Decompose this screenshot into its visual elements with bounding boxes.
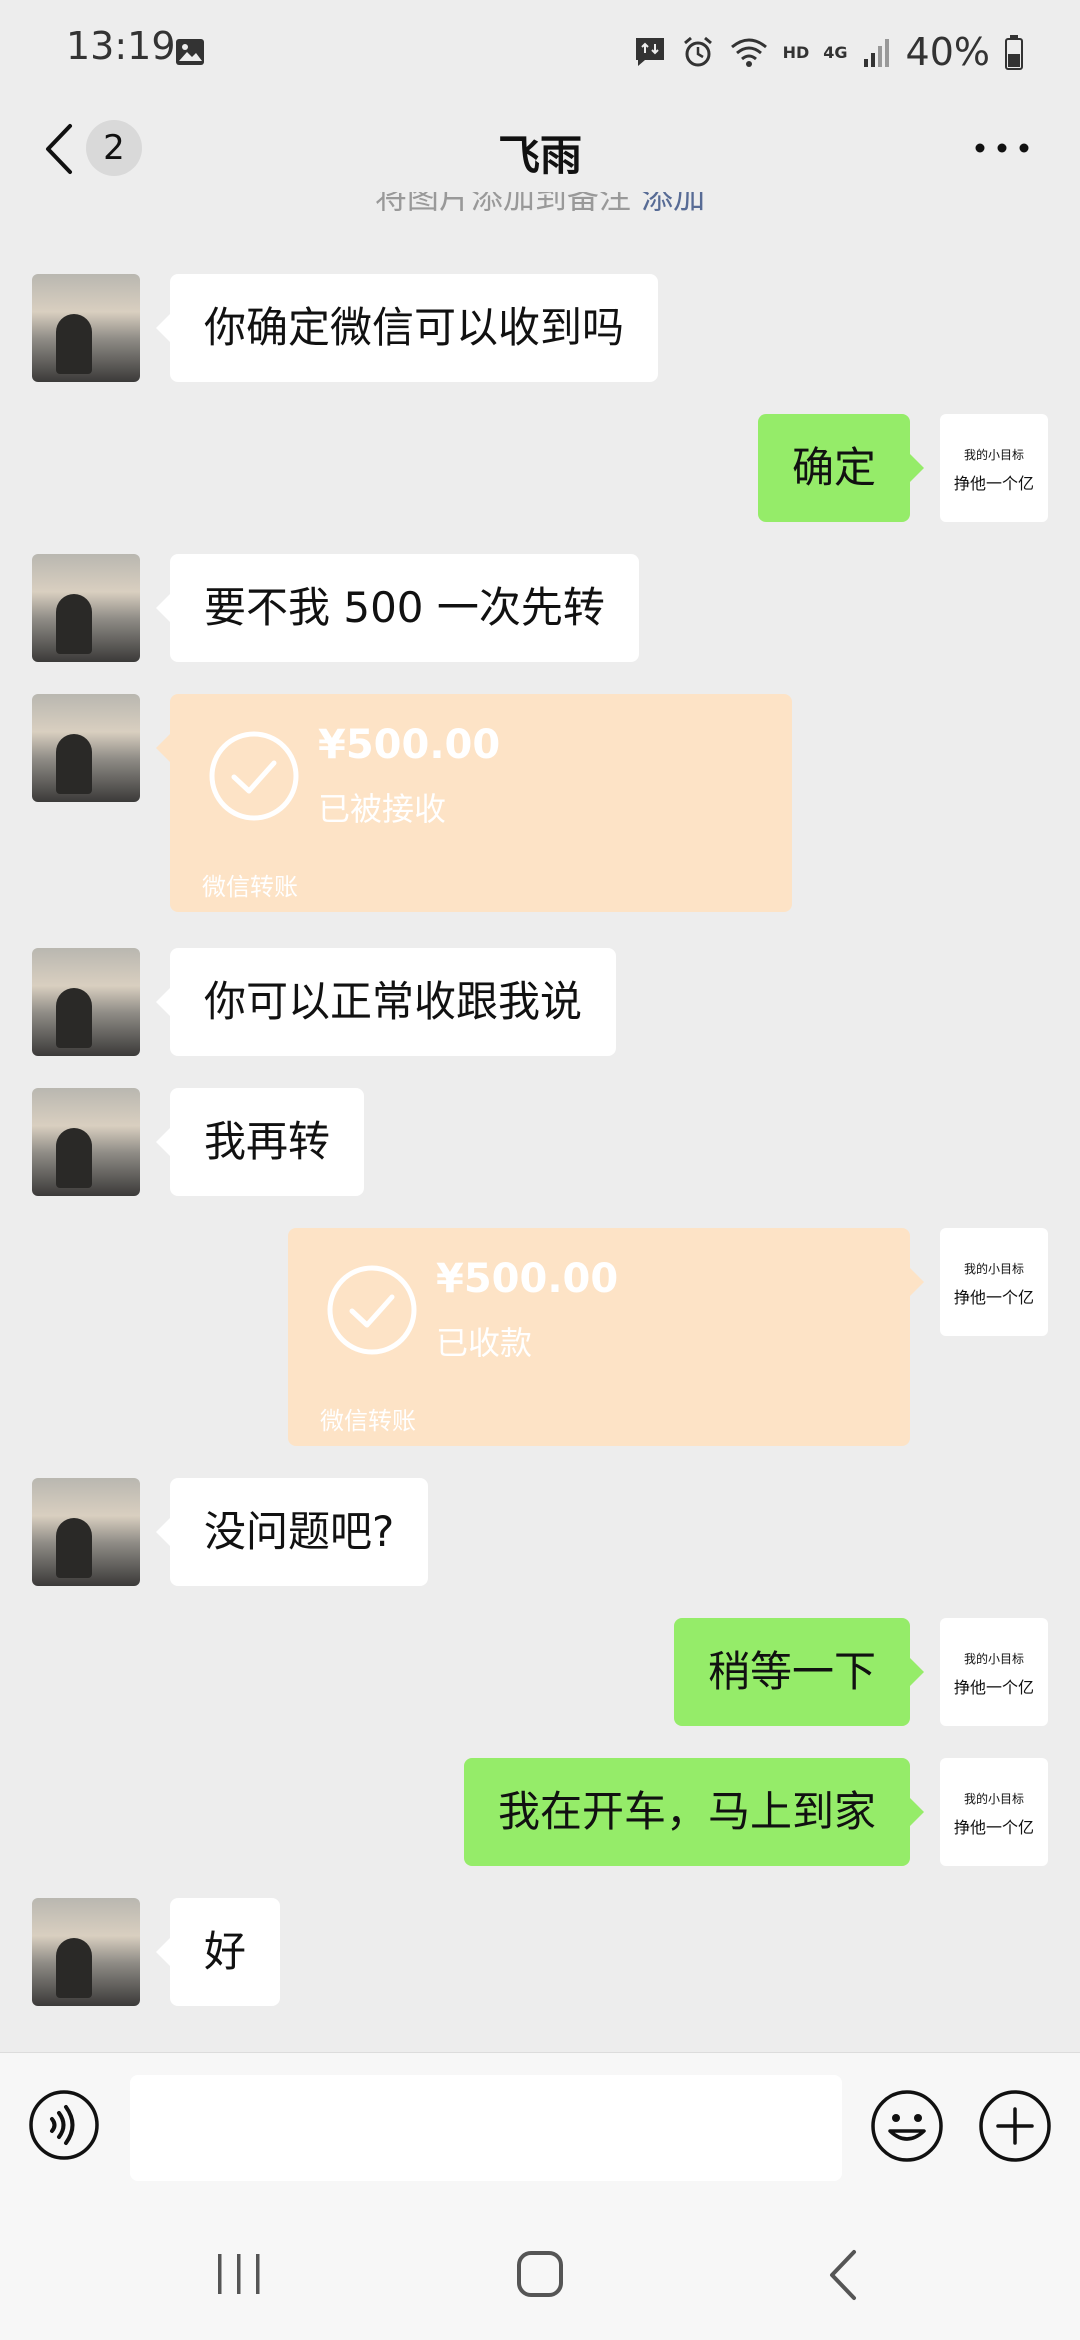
system-hint-link[interactable]: 添加 — [641, 192, 705, 216]
status-indicators: HD 4G 40% — [633, 22, 1024, 82]
recent-apps-icon[interactable] — [214, 2252, 264, 2296]
system-hint: 将图片添加到备注 添加 — [0, 192, 1080, 222]
status-time: 13:19 — [66, 24, 176, 68]
contact-avatar[interactable] — [32, 1478, 140, 1586]
message-bubble[interactable]: 要不我 500 一次先转 — [156, 554, 639, 662]
message-sync-icon — [635, 38, 664, 66]
wifi-icon — [730, 38, 767, 67]
check-circle-icon — [209, 731, 299, 821]
alarm-icon — [683, 36, 712, 67]
plus-icon[interactable] — [978, 2089, 1052, 2163]
check-circle-icon — [327, 1265, 417, 1355]
battery-icon — [1005, 35, 1023, 70]
contact-avatar[interactable] — [32, 274, 140, 382]
message-bubble[interactable]: 确定 — [757, 414, 925, 522]
message-bubble[interactable]: 你确定微信可以收到吗 — [155, 274, 659, 382]
contact-avatar[interactable] — [32, 1898, 140, 2006]
contact-avatar[interactable] — [32, 948, 140, 1056]
transfer-amount: ¥500.00 — [318, 722, 501, 768]
home-icon[interactable] — [516, 2250, 564, 2298]
transfer-card[interactable]: ¥500.00 已收款 微信转账 — [288, 1228, 924, 1446]
chat-title: 飞雨 — [497, 131, 582, 180]
transfer-label: 微信转账 — [320, 1407, 416, 1435]
my-avatar[interactable]: 我的小目标 挣他一个亿 — [940, 1618, 1048, 1726]
battery-percentage: 40% — [905, 30, 990, 74]
transfer-status: 已被接收 — [318, 790, 447, 828]
transfer-amount: ¥500.00 — [436, 1256, 619, 1302]
input-bar — [0, 2052, 1080, 2201]
transfer-label: 微信转账 — [202, 873, 298, 901]
system-nav-bar — [0, 2200, 1080, 2340]
my-avatar[interactable]: 我的小目标 挣他一个亿 — [940, 1228, 1048, 1336]
message-bubble[interactable]: 你可以正常收跟我说 — [155, 948, 617, 1056]
contact-avatar[interactable] — [32, 554, 140, 662]
voice-input-icon[interactable] — [28, 2089, 100, 2161]
system-hint-text: 将图片添加到备注 — [374, 192, 631, 216]
emoji-icon[interactable] — [870, 2089, 944, 2163]
network-type: 4G — [823, 42, 848, 62]
contact-avatar[interactable] — [32, 694, 140, 802]
transfer-card[interactable]: ¥500.00 已被接收 微信转账 — [156, 694, 792, 912]
message-bubble[interactable]: 我再转 — [155, 1088, 365, 1196]
transfer-status: 已收款 — [436, 1324, 533, 1362]
message-bubble[interactable]: 没问题吧? — [155, 1478, 429, 1586]
message-input[interactable] — [130, 2075, 842, 2181]
contact-avatar[interactable] — [32, 1088, 140, 1196]
message-bubble[interactable]: 稍等一下 — [673, 1618, 925, 1726]
message-bubble[interactable]: 好 — [155, 1898, 281, 2006]
signal-icon — [863, 39, 889, 67]
nav-back-icon[interactable] — [826, 2248, 860, 2302]
more-options-icon[interactable] — [972, 140, 1032, 156]
message-bubble[interactable]: 我在开车，马上到家 — [463, 1758, 925, 1866]
my-avatar[interactable]: 我的小目标 挣他一个亿 — [940, 1758, 1048, 1866]
my-avatar[interactable]: 我的小目标 挣他一个亿 — [940, 414, 1048, 522]
status-bar: 13:19 HD 4G 40% — [0, 0, 1080, 100]
hd-indicator: HD — [782, 42, 810, 62]
gallery-notification-icon — [176, 39, 204, 65]
